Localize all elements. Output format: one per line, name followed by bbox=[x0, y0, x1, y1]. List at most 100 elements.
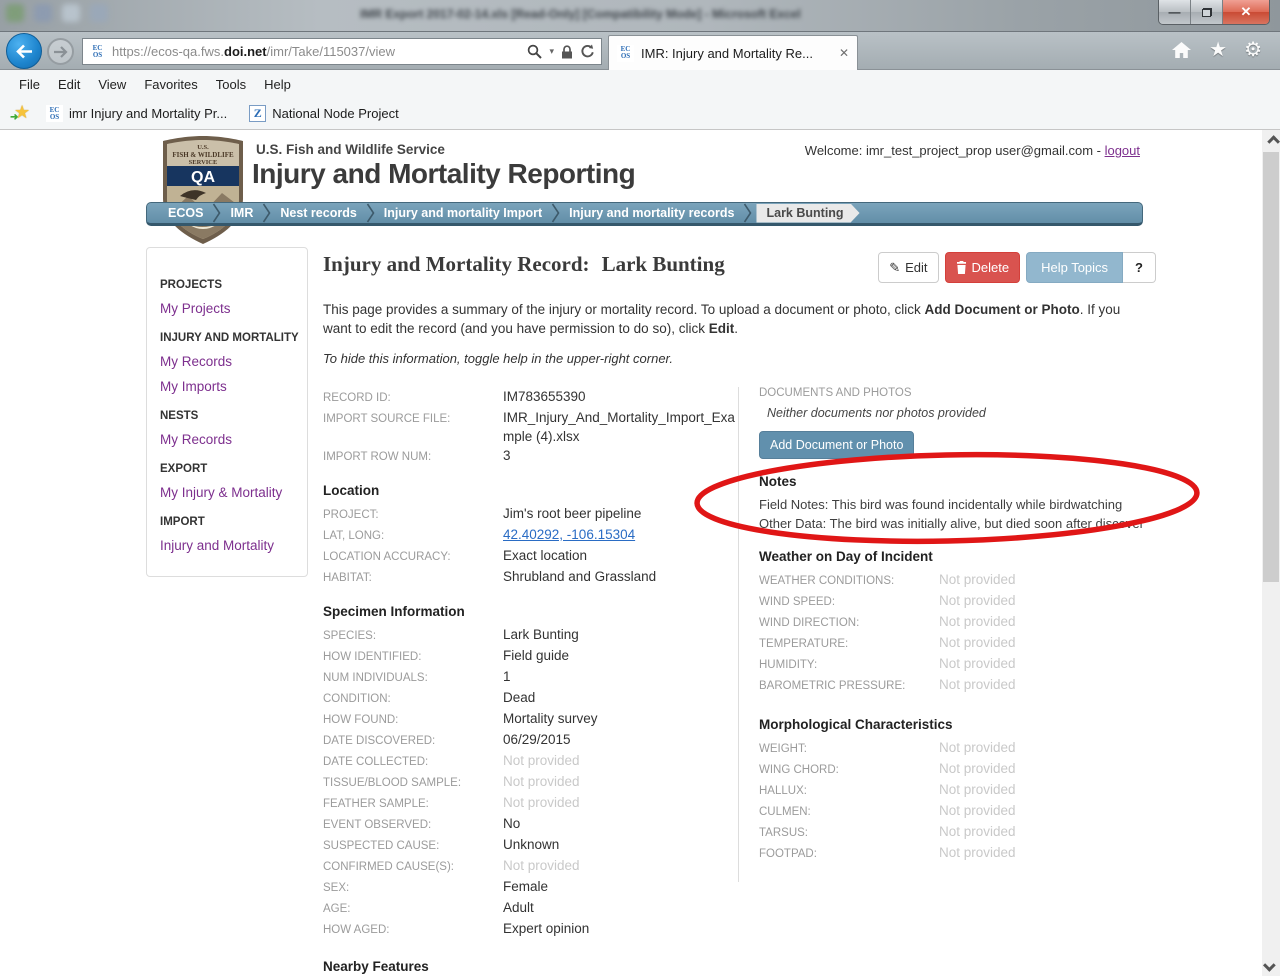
field-value: Not provided bbox=[939, 759, 1174, 780]
delete-button[interactable]: Delete bbox=[945, 252, 1021, 283]
field-value: Not provided bbox=[939, 633, 1174, 654]
help-topics-button[interactable]: Help Topics bbox=[1026, 252, 1123, 283]
field-label: DATE DISCOVERED: bbox=[323, 730, 503, 751]
browser-chrome: ECOS https://ecos-qa.fws.doi.net/imr/Tak… bbox=[0, 32, 1280, 70]
sidebar-nav: PROJECTSMy ProjectsINJURY AND MORTALITYM… bbox=[146, 247, 308, 577]
forward-arrow-icon bbox=[53, 46, 68, 58]
address-bar[interactable]: ECOS https://ecos-qa.fws.doi.net/imr/Tak… bbox=[82, 38, 602, 65]
restore-button[interactable] bbox=[1191, 0, 1223, 24]
field-row: WING CHORD: Not provided bbox=[759, 759, 1174, 780]
sidebar-item: NESTS bbox=[160, 410, 299, 422]
field-label: WIND DIRECTION: bbox=[759, 612, 939, 633]
field-value: Exact location bbox=[503, 546, 738, 567]
sidebar-item[interactable]: My Records bbox=[160, 354, 299, 369]
field-value: Not provided bbox=[939, 780, 1174, 801]
field-value: 1 bbox=[503, 667, 738, 688]
field-row: RECORD ID: IM783655390 bbox=[323, 387, 738, 408]
field-row: EVENT OBSERVED: No bbox=[323, 814, 738, 835]
other-data-text: Other Data: The bird was initially alive… bbox=[759, 514, 1174, 533]
add-favorite-icon[interactable]: ★➜ bbox=[12, 104, 34, 124]
sidebar-item[interactable]: My Records bbox=[160, 432, 299, 447]
field-row: SPECIES: Lark Bunting bbox=[323, 625, 738, 646]
tab-title: IMR: Injury and Mortality Re... bbox=[641, 46, 832, 61]
menu-item[interactable]: Help bbox=[255, 77, 300, 92]
scroll-up-icon[interactable] bbox=[1262, 130, 1280, 148]
field-row: HOW AGED: Expert opinion bbox=[323, 919, 738, 940]
edit-button[interactable]: ✎ Edit bbox=[878, 252, 938, 283]
ecos-favicon: ECOS bbox=[89, 43, 106, 60]
page-viewport: U.S. FISH & WILDLIFE SERVICE QA U.S. Fis… bbox=[0, 130, 1280, 976]
field-value: Not provided bbox=[939, 822, 1174, 843]
svg-text:U.S.: U.S. bbox=[197, 144, 209, 151]
close-button[interactable]: ✕ bbox=[1223, 0, 1269, 24]
field-label: CONFIRMED CAUSE(S): bbox=[323, 856, 503, 877]
field-label: CONDITION: bbox=[323, 688, 503, 709]
logout-link[interactable]: logout bbox=[1105, 143, 1140, 158]
favorite-item-national-node[interactable]: Z National Node Project bbox=[245, 103, 402, 124]
field-label: SEX: bbox=[323, 877, 503, 898]
search-icon[interactable] bbox=[527, 44, 542, 59]
minimize-button[interactable]: — bbox=[1159, 0, 1191, 24]
documents-photos-label: DOCUMENTS AND PHOTOS bbox=[759, 387, 1174, 399]
field-row: WIND SPEED: Not provided bbox=[759, 591, 1174, 612]
window-titlebar: IMR Export 2017-02-14.xls [Read-Only] [C… bbox=[0, 0, 1280, 32]
field-label: SUSPECTED CAUSE: bbox=[323, 835, 503, 856]
field-value: Not provided bbox=[939, 843, 1174, 864]
field-value: Dead bbox=[503, 688, 738, 709]
restore-icon bbox=[1202, 8, 1212, 17]
add-document-button[interactable]: Add Document or Photo bbox=[759, 431, 914, 459]
field-row: LOCATION ACCURACY: Exact location bbox=[323, 546, 738, 567]
field-row: TISSUE/BLOOD SAMPLE: Not provided bbox=[323, 772, 738, 793]
favorite-item-imr[interactable]: ECOS imr Injury and Mortality Pr... bbox=[42, 103, 231, 124]
settings-gear-icon[interactable]: ⚙ bbox=[1244, 40, 1262, 60]
home-icon[interactable] bbox=[1171, 41, 1192, 59]
breadcrumb-item[interactable]: Injury and mortality Import bbox=[375, 202, 560, 224]
sidebar-item[interactable]: Injury and Mortality bbox=[160, 538, 299, 553]
scroll-down-icon[interactable] bbox=[1262, 958, 1280, 976]
menu-item[interactable]: Favorites bbox=[135, 77, 206, 92]
field-row: CONFIRMED CAUSE(S): Not provided bbox=[323, 856, 738, 877]
section-heading-notes: Notes bbox=[759, 474, 1174, 489]
menu-item[interactable]: File bbox=[10, 77, 49, 92]
field-row: WEATHER CONDITIONS: Not provided bbox=[759, 570, 1174, 591]
chevron-separator-icon bbox=[262, 202, 271, 224]
help-toggle-button[interactable]: ? bbox=[1123, 252, 1156, 283]
refresh-icon[interactable] bbox=[580, 44, 595, 59]
tab-close-icon[interactable]: ✕ bbox=[839, 46, 849, 60]
scrollbar-thumb[interactable] bbox=[1263, 152, 1279, 582]
breadcrumb-item[interactable]: Injury and mortality records bbox=[560, 202, 752, 224]
search-dropdown-icon[interactable]: ▾ bbox=[549, 46, 554, 57]
usfws-qa-logo: U.S. FISH & WILDLIFE SERVICE QA bbox=[158, 136, 248, 249]
sidebar-item[interactable]: My Injury & Mortality bbox=[160, 485, 299, 500]
field-row: SUSPECTED CAUSE: Unknown bbox=[323, 835, 738, 856]
app-title: Injury and Mortality Reporting bbox=[252, 158, 635, 190]
breadcrumb-item[interactable]: Nest records bbox=[271, 202, 374, 224]
vertical-scrollbar[interactable] bbox=[1262, 130, 1280, 976]
documents-notes-column: DOCUMENTS AND PHOTOS Neither documents n… bbox=[738, 387, 1174, 882]
field-label: HOW IDENTIFIED: bbox=[323, 646, 503, 667]
sidebar-item[interactable]: My Projects bbox=[160, 301, 299, 316]
field-label: IMPORT SOURCE FILE: bbox=[323, 408, 503, 446]
favorites-star-icon[interactable]: ★ bbox=[1209, 40, 1227, 60]
back-button[interactable] bbox=[6, 33, 42, 69]
field-row: BAROMETRIC PRESSURE: Not provided bbox=[759, 675, 1174, 696]
svg-text:FISH & WILDLIFE: FISH & WILDLIFE bbox=[172, 151, 234, 159]
field-label: HOW FOUND: bbox=[323, 709, 503, 730]
field-value: IM783655390 bbox=[503, 387, 738, 408]
menu-item[interactable]: View bbox=[89, 77, 135, 92]
sidebar-item: PROJECTS bbox=[160, 279, 299, 291]
field-value: Field guide bbox=[503, 646, 738, 667]
breadcrumb-item[interactable]: IMR bbox=[221, 202, 271, 224]
field-row: HALLUX: Not provided bbox=[759, 780, 1174, 801]
field-label: SPECIES: bbox=[323, 625, 503, 646]
documents-empty-text: Neither documents nor photos provided bbox=[767, 406, 1174, 420]
menu-item[interactable]: Tools bbox=[207, 77, 255, 92]
forward-button[interactable] bbox=[47, 38, 74, 65]
favorites-bar: ★➜ ECOS imr Injury and Mortality Pr... Z… bbox=[0, 98, 1280, 130]
breadcrumb-item[interactable]: ECOS bbox=[159, 202, 221, 224]
browser-tab[interactable]: ECOS IMR: Injury and Mortality Re... ✕ bbox=[608, 35, 858, 70]
field-value[interactable]: 42.40292, -106.15304 bbox=[503, 525, 738, 546]
menu-item[interactable]: Edit bbox=[49, 77, 89, 92]
svg-text:QA: QA bbox=[191, 169, 215, 186]
sidebar-item[interactable]: My Imports bbox=[160, 379, 299, 394]
